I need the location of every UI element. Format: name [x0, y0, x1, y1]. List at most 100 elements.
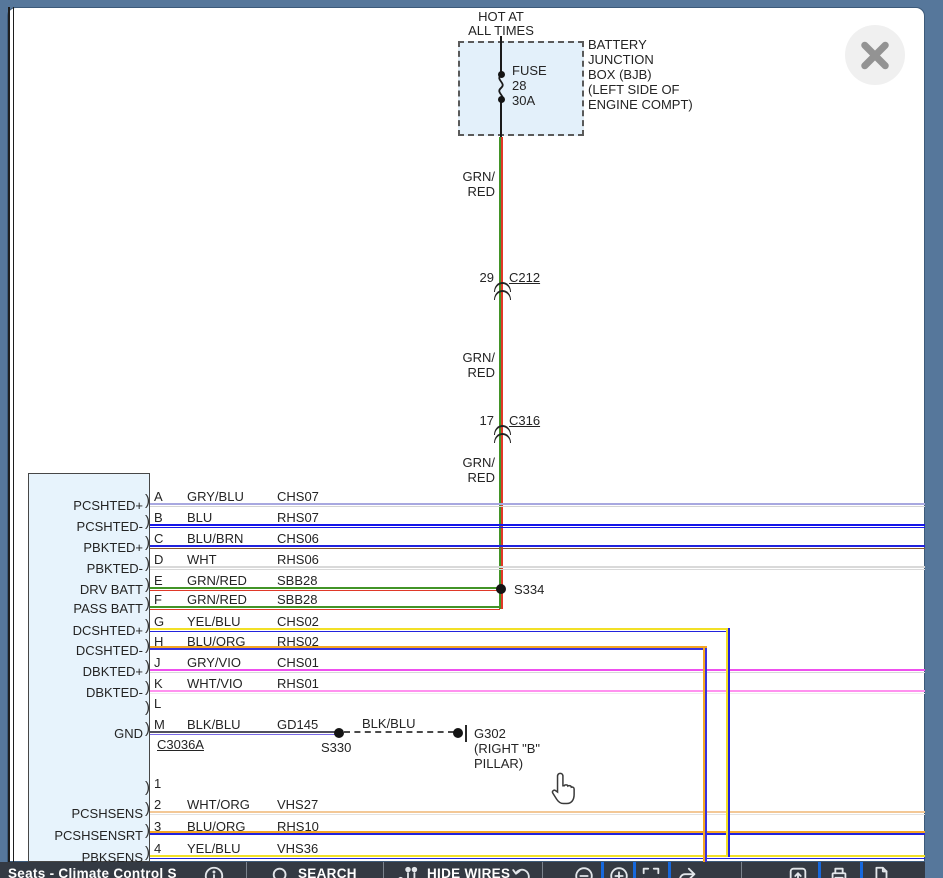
- export-box-icon[interactable]: [787, 865, 809, 878]
- wire-color-label: BLK/BLU: [187, 717, 240, 732]
- toolbar-divider: [246, 862, 247, 878]
- wire-color-label: BLU/BRN: [187, 531, 243, 546]
- wire-color-label: WHT: [187, 552, 217, 567]
- wire-circuit-label: CHS02: [277, 614, 319, 629]
- feed-wire-color-label: RED: [435, 184, 495, 199]
- pin-bracket-symbol: ): [145, 556, 150, 571]
- ground-label-g302: (RIGHT "B": [474, 741, 540, 756]
- wire-stripe-D: [150, 569, 925, 571]
- pin-signal-label: DBKTED-: [30, 685, 143, 700]
- pin-bracket-symbol: ): [145, 680, 150, 695]
- splice-dot-s334: [496, 584, 506, 594]
- wire-circuit-label: GD145: [277, 717, 318, 732]
- wire-stripe-E: [150, 590, 499, 592]
- hot-at-all-times-text: ALL TIMES: [441, 23, 561, 38]
- hide-wires-button[interactable]: HIDE WIRES: [427, 866, 510, 878]
- pin-bracket-symbol: ): [145, 659, 150, 674]
- toolbar-separator: [860, 862, 863, 878]
- bjb-text-line: BOX (BJB): [588, 67, 652, 82]
- toolbar-divider: [383, 862, 384, 878]
- wire-color-label: BLU/ORG: [187, 819, 246, 834]
- pin-signal-label: DCSHTED-: [30, 643, 143, 658]
- wire-color-label: WHT/VIO: [187, 676, 243, 691]
- inline-connector-name[interactable]: C316: [509, 413, 540, 428]
- pin-signal-label: PCSHTED-: [30, 519, 143, 534]
- pin-signal-label: PASS BATT: [30, 601, 143, 616]
- pin-bracket-symbol: ): [145, 845, 150, 860]
- pin-bracket-symbol: ): [145, 618, 150, 633]
- feed-wire-top: [500, 36, 502, 76]
- hot-at-all-times-text: HOT AT: [441, 9, 561, 24]
- wire-drop-H: [705, 648, 707, 862]
- toolbar-separator: [633, 862, 636, 878]
- wire-color-label: YEL/BLU: [187, 841, 240, 856]
- pin-bracket-symbol: ): [145, 721, 150, 736]
- ground-dot-g302: [453, 728, 463, 738]
- pin-letter: A: [154, 489, 163, 504]
- wire-circuit-label: VHS36: [277, 841, 318, 856]
- zoom-out-icon[interactable]: [573, 865, 595, 878]
- pin-letter: D: [154, 552, 163, 567]
- pin-letter: H: [154, 634, 163, 649]
- inline-connector-name[interactable]: C212: [509, 270, 540, 285]
- wire-color-label: GRY/VIO: [187, 655, 241, 670]
- wire-color-label: BLU/ORG: [187, 634, 246, 649]
- toolbar-separator: [601, 862, 604, 878]
- pin-signal-label: DCSHTED+: [30, 623, 143, 638]
- connector-name-c3036a[interactable]: C3036A: [157, 737, 204, 752]
- hide-wires-icon[interactable]: [397, 865, 419, 878]
- pin-bracket-symbol: ): [145, 780, 150, 795]
- print-icon[interactable]: [828, 865, 850, 878]
- fuse-text-line: 30A: [512, 93, 535, 108]
- pin-letter: J: [154, 655, 161, 670]
- inline-connector-symbol: [494, 433, 511, 443]
- inline-connector-symbol: [494, 290, 511, 300]
- pin-letter: C: [154, 531, 163, 546]
- wire-color-label: YEL/BLU: [187, 614, 240, 629]
- wire-circuit-label: VHS27: [277, 797, 318, 812]
- pin-bracket-symbol: ): [145, 514, 150, 529]
- pin-signal-label: PCSHSENSRT: [30, 828, 143, 843]
- ground-dashed-wire: [344, 731, 454, 733]
- pin-letter: 4: [154, 841, 161, 856]
- wire-3: [150, 833, 925, 835]
- pin-bracket-symbol: ): [145, 700, 150, 715]
- left-component-edge-line: [8, 7, 10, 862]
- pin-signal-label: DBKTED+: [30, 664, 143, 679]
- wire-circuit-label: CHS06: [277, 531, 319, 546]
- splice-label-s334: S334: [514, 582, 544, 597]
- file-icon[interactable]: [870, 865, 892, 878]
- zoom-in-icon[interactable]: [608, 865, 630, 878]
- toolbar-divider: [741, 862, 742, 878]
- share-icon[interactable]: [676, 865, 698, 878]
- search-button[interactable]: SEARCH: [298, 866, 357, 878]
- fuse-terminal-dot: [498, 96, 505, 103]
- feed-wire-color-label: RED: [435, 470, 495, 485]
- feed-wire-color-label: GRN/: [435, 455, 495, 470]
- toolbar-separator: [818, 862, 821, 878]
- wire-color-label: BLU: [187, 510, 212, 525]
- pin-bracket-symbol: ): [145, 596, 150, 611]
- wire-circuit-label: RHS10: [277, 819, 319, 834]
- wire-stripe-C: [150, 548, 925, 550]
- undo-icon[interactable]: [510, 865, 532, 878]
- fit-screen-icon[interactable]: [640, 865, 662, 878]
- wire-stripe-M: [150, 734, 339, 736]
- close-button[interactable]: [845, 25, 905, 85]
- wire-color-label: GRN/RED: [187, 573, 247, 588]
- feed-wire-color-label: GRN/: [435, 169, 495, 184]
- toolbar-divider: [542, 862, 543, 878]
- pin-letter: 3: [154, 819, 161, 834]
- wire-circuit-label: SBB28: [277, 592, 317, 607]
- pin-bracket-symbol: ): [145, 493, 150, 508]
- wire-color-label: GRY/BLU: [187, 489, 244, 504]
- pin-letter: 2: [154, 797, 161, 812]
- inline-connector-pin: 29: [472, 270, 494, 285]
- fuse-terminal-dot: [498, 71, 505, 78]
- search-icon[interactable]: [270, 865, 292, 878]
- wire-circuit-label: RHS01: [277, 676, 319, 691]
- feed-wire-red-stripe: [501, 137, 503, 609]
- fuse-text-line: FUSE: [512, 63, 547, 78]
- toolbar-separator: [668, 862, 671, 878]
- info-icon[interactable]: [203, 865, 225, 878]
